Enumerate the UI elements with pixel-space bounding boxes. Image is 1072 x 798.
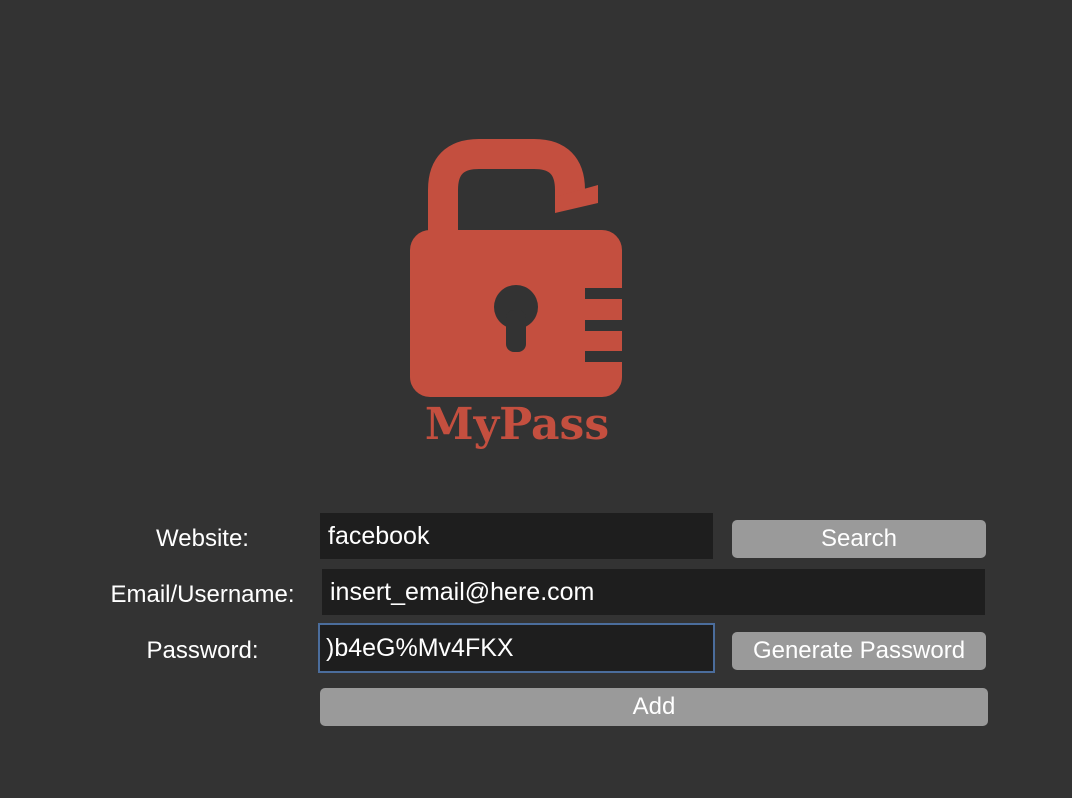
mypass-logo: MyPass — [405, 135, 630, 460]
password-label: Password: — [146, 637, 259, 664]
website-label: Website: — [156, 525, 249, 552]
app-window: MyPass Website: Search Email/Username: P… — [0, 0, 1072, 798]
password-input[interactable] — [318, 623, 715, 673]
generate-password-button[interactable]: Generate Password — [732, 632, 986, 670]
email-username-label: Email/Username: — [110, 581, 295, 608]
open-padlock-icon: MyPass — [410, 139, 630, 450]
search-button[interactable]: Search — [732, 520, 986, 558]
website-input[interactable] — [320, 513, 713, 559]
email-username-input[interactable] — [322, 569, 985, 615]
add-button[interactable]: Add — [320, 688, 988, 726]
logo-text: MyPass — [425, 399, 609, 450]
